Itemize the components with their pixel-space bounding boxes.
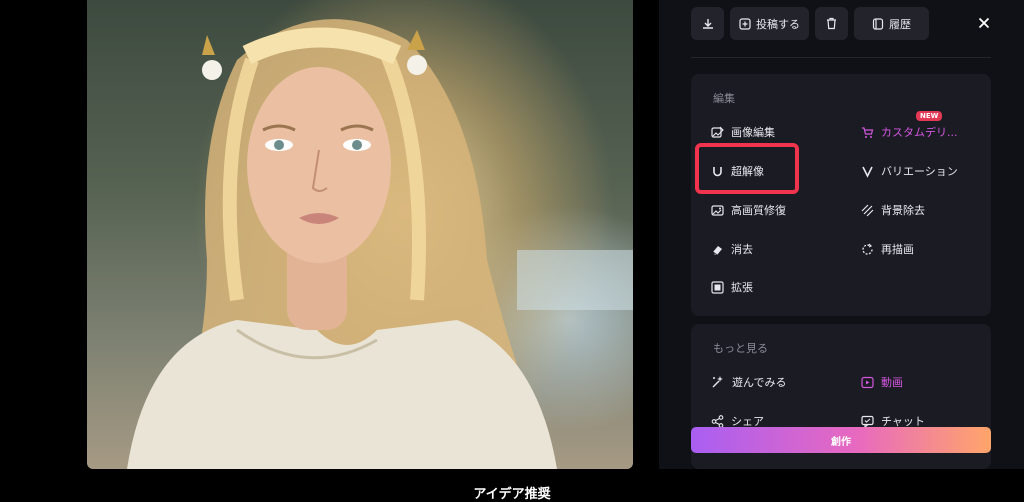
custom-delivery-label: カスタムデリ... [881,126,958,139]
play-magic-icon [712,376,723,388]
erase-label: 消去 [731,243,753,256]
edit-card: 編集 画像編集 カスタムデリ... 超解像 バリエーション 高画質修復 背景除去… [691,74,991,316]
restore-icon [711,204,724,216]
download-icon [702,18,713,29]
trash-icon [827,17,836,30]
close-button[interactable] [975,14,993,32]
create-button[interactable]: 創作 [691,427,991,453]
hq-restore-label: 高画質修復 [731,204,786,217]
video-label: 動画 [881,376,903,389]
custom-delivery-item[interactable]: カスタムデリ... [861,121,958,143]
play-label: 遊んでみる [732,376,787,389]
download-button[interactable] [691,7,724,40]
share-icon [711,414,724,428]
divider [691,57,991,58]
erase-item[interactable]: 消去 [711,238,753,260]
hq-restore-item[interactable]: 高画質修復 [711,199,786,221]
variation-item[interactable]: バリエーション [861,160,958,182]
image-edit-label: 画像編集 [731,126,775,139]
variation-icon [862,166,873,178]
new-badge: NEW [916,111,943,121]
history-icon [872,17,884,30]
history-label: 履歴 [889,17,911,31]
bg-remove-item[interactable]: 背景除去 [861,199,925,221]
edit-title: 編集 [713,92,735,105]
variation-label: バリエーション [881,165,958,178]
chat-icon [861,415,874,428]
image-edit-icon [711,126,724,138]
cart-icon [862,126,874,138]
redraw-icon [862,243,873,255]
post-label: 投稿する [756,17,800,31]
expand-icon [711,280,724,294]
post-button[interactable]: 投稿する [730,7,809,40]
delete-button[interactable] [815,7,848,40]
video-icon [861,376,874,388]
expand-label: 拡張 [731,281,753,294]
image-edit-item[interactable]: 画像編集 [711,121,775,143]
bg-remove-label: 背景除去 [881,204,925,217]
redraw-label: 再描画 [881,243,914,256]
portrait-illustration [127,19,633,469]
more-title: もっと見る [713,342,768,355]
eraser-icon [712,245,722,255]
background-remove-icon [861,204,874,216]
close-icon [978,17,990,29]
expand-item[interactable]: 拡張 [711,276,753,298]
generated-image[interactable] [87,0,633,469]
redraw-item[interactable]: 再描画 [861,238,914,260]
video-item[interactable]: 動画 [861,371,903,393]
side-panel: 投稿する 履歴 編集 画像編集 カスタムデリ... 超解像 バリエーション 高画… [659,0,1024,469]
highlight-box [695,143,799,194]
toolbar: 投稿する 履歴 [691,7,929,40]
play-item[interactable]: 遊んでみる [711,371,786,393]
idea-recommend-title: アイデア推奨 [473,487,551,502]
history-button[interactable]: 履歴 [854,7,929,40]
plus-square-icon [739,17,751,30]
